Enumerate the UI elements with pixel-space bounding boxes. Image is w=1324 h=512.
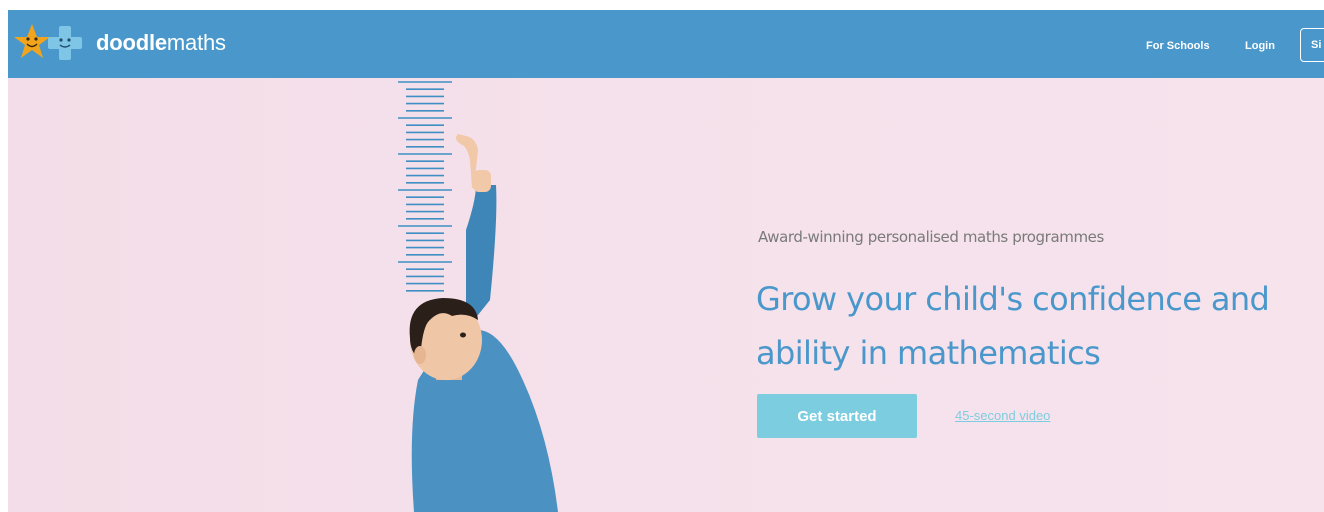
logo-wordmark: doodlemaths xyxy=(96,30,226,56)
top-navbar: doodlemaths For Schools Login Si xyxy=(8,10,1324,78)
nav-for-schools-link[interactable]: For Schools xyxy=(1146,40,1210,52)
child-measuring-height-image xyxy=(409,134,558,512)
video-link[interactable]: 45-second video xyxy=(955,408,1050,423)
doodlemaths-logo[interactable]: doodlemaths xyxy=(12,22,226,64)
hero-tagline: Award-winning personalised maths program… xyxy=(758,228,1104,246)
page-frame: doodlemaths For Schools Login Si Award-w… xyxy=(8,10,1324,512)
hero-headline: Grow your child's confidence and ability… xyxy=(756,280,1270,372)
get-started-button[interactable]: Get started xyxy=(757,394,917,438)
nav-login-link[interactable]: Login xyxy=(1245,40,1275,52)
logo-wordmark-bold: doodle xyxy=(96,30,167,55)
star-and-plus-mascot-icon xyxy=(14,24,82,60)
signup-button[interactable]: Si xyxy=(1300,28,1324,62)
logo-wordmark-light: maths xyxy=(166,30,226,55)
